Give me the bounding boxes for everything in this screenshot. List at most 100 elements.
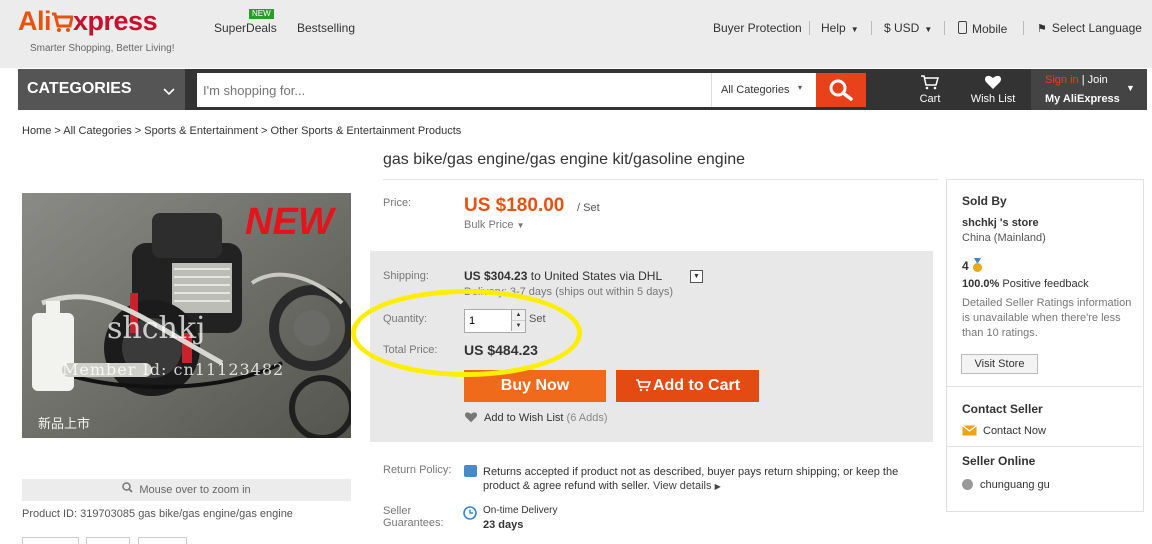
wishlist-label: Add to Wish List [484,412,564,424]
on-time-delivery-days: 23 days [483,519,524,531]
search-icon [829,79,853,106]
return-policy-line-1: Returns accepted if product not as descr… [483,466,899,478]
thumbnail[interactable] [86,537,130,544]
price-label: Price: [383,197,412,209]
divider [947,446,1142,447]
product-id-line: Product ID: 319703085 gas bike/gas engin… [22,508,293,520]
categories-label: CATEGORIES [27,80,132,97]
shipping-cost: US $304.23 [464,269,528,283]
divider [871,21,872,35]
feedback-percent: 100.0% [962,278,1000,290]
categories-menu[interactable]: CATEGORIES [18,69,185,110]
thumbnail[interactable] [22,537,79,544]
divider [383,179,938,180]
aliexpress-logo[interactable]: Ali xpress [18,6,158,37]
contact-seller-heading: Contact Seller [962,402,1043,416]
contact-now-label: Contact Now [983,425,1046,437]
divider [809,21,810,35]
shipping-label: Shipping: [383,270,429,282]
chevron-down-icon: ▼ [516,221,525,230]
seller-guarantees-line-2: Guarantees: [383,517,444,529]
add-to-wishlist-link[interactable]: Add to Wish List (6 Adds) [464,411,608,426]
product-image[interactable]: NEW shchkj Member Id: cn11123482 新品上市 [22,193,351,438]
cart-icon [635,372,652,404]
chevron-down-icon [163,83,175,101]
online-user-name: chunguang gu [980,479,1050,491]
visit-store-button[interactable]: Visit Store [961,354,1038,374]
currency-label: $ USD [884,21,920,35]
seller-guarantees-label: Seller Guarantees: [383,505,444,529]
wishlist-label: Wish List [970,93,1016,105]
bestselling-link[interactable]: Bestselling [297,21,355,35]
currency-menu[interactable]: $ USD ▼ [884,21,932,35]
divider [944,21,945,35]
bulk-price-label: Bulk Price [464,219,514,231]
chevron-down-icon: ▾ [798,83,803,92]
account-menu[interactable]: Sign in | Join My AliExpress ▼ [1031,69,1147,110]
language-label: Select Language [1051,21,1142,35]
breadcrumb[interactable]: Home > All Categories > Sports & Enterta… [22,125,461,137]
globe-icon: ⚑ [1037,23,1047,35]
online-user-link[interactable]: chunguang gu [962,479,1050,491]
mobile-icon [958,21,967,34]
chevron-down-icon: ▼ [850,25,859,34]
divider [947,386,1142,387]
logo-ali-text: Ali [18,6,52,36]
superdeals-link[interactable]: SuperDeals [214,21,277,35]
new-badge: NEW [249,9,274,19]
cart-label: Cart [919,93,941,105]
heart-icon [963,74,1023,93]
wishlist-count: (6 Adds) [566,412,608,424]
view-details-link[interactable]: View details ▶ [653,480,721,492]
seller-level-value: 4 [962,259,969,273]
user-status-icon [962,479,973,490]
buyer-protection-link[interactable]: Buyer Protection [713,21,802,35]
bulk-price-link[interactable]: Bulk Price ▼ [464,219,525,231]
search-category-select[interactable]: All Categories ▾ [711,73,816,107]
zoom-hint: Mouse over to zoom in [22,479,351,501]
cart-nav-item[interactable]: Cart [910,74,950,105]
wishlist-nav-item[interactable]: Wish List [963,74,1023,105]
search-button[interactable] [816,73,866,107]
seller-level: 4 [962,258,983,276]
chevron-down-icon: ▼ [693,273,700,280]
clock-icon [463,506,477,525]
mobile-label: Mobile [972,22,1008,36]
on-time-delivery-title: On-time Delivery [483,505,558,516]
logo-cart-e-icon [51,6,74,37]
search-category-label: All Categories [721,84,790,96]
return-policy-icon [464,465,477,477]
help-label: Help [821,21,846,35]
join-link[interactable]: | Join [1082,74,1108,86]
my-aliexpress-label: My AliExpress [1045,93,1120,105]
add-to-cart-label: Add to Cart [652,377,741,394]
chevron-down-icon: ▼ [924,25,933,34]
store-name-link[interactable]: shchkj 's store [962,217,1039,229]
thumbnail[interactable] [138,537,187,544]
seller-guarantees-line-1: Seller [383,505,412,517]
divider [1023,21,1024,35]
sign-in-link[interactable]: Sign in [1045,74,1079,86]
positive-feedback: 100.0% Positive feedback [962,278,1089,290]
price-value: US $180.00 [464,195,565,216]
search-input[interactable] [197,73,719,107]
shipping-options-dropdown[interactable]: ▼ [690,270,703,283]
return-policy-text: Returns accepted if product not as descr… [483,465,933,494]
chevron-right-icon: ▶ [714,482,721,491]
return-policy-line-2: product & agree refund with seller. [483,480,650,492]
heart-icon [464,411,478,426]
logo-tagline: Smarter Shopping, Better Living! [30,43,175,54]
seller-online-heading: Seller Online [962,454,1036,468]
language-menu[interactable]: ⚑ Select Language [1037,21,1142,35]
new-overlay-text: NEW [245,201,334,243]
add-to-cart-button[interactable]: Add to Cart [616,370,759,402]
envelope-icon [962,425,977,439]
store-watermark: shchkj [107,311,206,346]
product-title: gas bike/gas engine/gas engine kit/gasol… [383,151,746,168]
zoom-hint-label: Mouse over to zoom in [139,484,251,496]
mobile-link[interactable]: Mobile [958,21,1007,36]
shipping-line: US $304.23 to United States via DHL [464,269,662,283]
contact-now-link[interactable]: Contact Now [962,425,1046,439]
help-menu[interactable]: Help ▼ [821,21,859,35]
seller-country: China (Mainland) [962,232,1046,244]
